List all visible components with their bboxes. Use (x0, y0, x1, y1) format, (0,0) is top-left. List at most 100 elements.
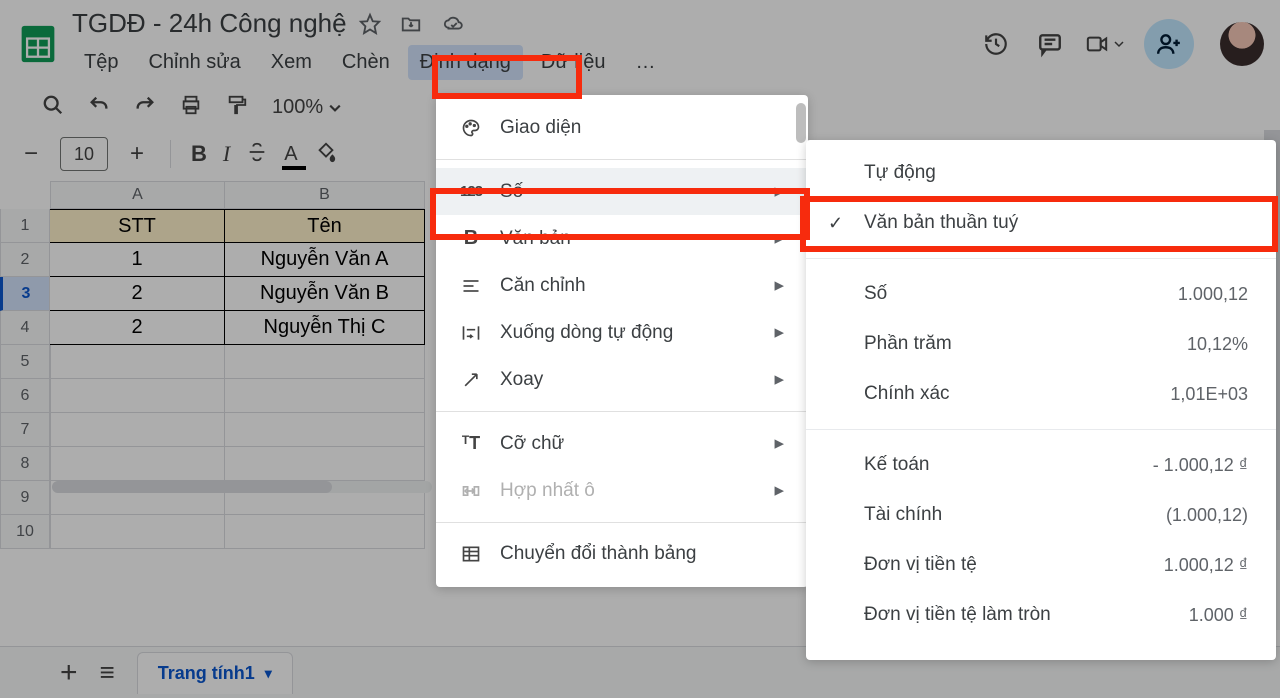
format-menu-item[interactable]: Xuống dòng tự động▸ (436, 309, 808, 356)
number-format-item[interactable]: ✓Văn bản thuần tuý (806, 198, 1276, 248)
row-header[interactable]: 9 (0, 481, 50, 515)
format-menu-item: Hợp nhất ô▸ (436, 467, 808, 514)
number-format-item[interactable]: Đơn vị tiền tệ làm tròn1.000 ₫ (806, 590, 1276, 640)
submenu-value: - 1.000,12 ₫ (1153, 455, 1248, 476)
cell[interactable]: 2 (50, 311, 225, 345)
number-icon: 123 (460, 183, 482, 200)
cell[interactable]: Nguyễn Thị C (225, 311, 425, 345)
row-header[interactable]: 8 (0, 447, 50, 481)
zoom-dropdown[interactable]: 100% (272, 96, 341, 119)
share-button[interactable] (1144, 19, 1194, 69)
sheet-tab-label: Trang tính1 (158, 663, 255, 684)
fill-color-icon[interactable] (314, 141, 338, 168)
cell[interactable]: Nguyễn Văn B (225, 277, 425, 311)
submenu-value: 1.000 ₫ (1189, 605, 1248, 626)
menu-item-label: Cỡ chữ (500, 433, 564, 455)
increase-font-icon[interactable]: + (124, 140, 150, 168)
menubar: TệpChỉnh sửaXemChènĐịnh dạngDữ liệu… (72, 45, 970, 80)
row-header[interactable]: 2 (0, 243, 50, 277)
column-header-A[interactable]: A (50, 181, 225, 209)
menu-item-label: Giao diện (500, 117, 581, 139)
redo-icon[interactable] (134, 94, 156, 121)
number-format-item[interactable]: Tự động (806, 148, 1276, 198)
submenu-label: Phần trăm (864, 333, 952, 355)
menubar-item[interactable]: Dữ liệu (529, 45, 618, 80)
search-icon[interactable] (42, 94, 64, 121)
submenu-label: Chính xác (864, 383, 950, 405)
menu-item-label: Hợp nhất ô (500, 480, 595, 502)
doc-title[interactable]: TGDĐ - 24h Công nghệ (72, 8, 347, 39)
add-sheet-icon[interactable]: + (60, 656, 78, 690)
bold-icon[interactable]: B (191, 141, 207, 167)
strikethrough-icon[interactable] (246, 141, 268, 168)
format-menu-item[interactable]: Xoay▸ (436, 356, 808, 403)
check-icon: ✓ (828, 213, 843, 234)
font-size-input[interactable]: 10 (60, 137, 108, 171)
number-format-item[interactable]: Phần trăm10,12% (806, 319, 1276, 369)
row-header[interactable]: 1 (0, 209, 50, 243)
star-icon[interactable] (359, 13, 381, 35)
bold-icon: B (460, 227, 482, 250)
paint-format-icon[interactable] (226, 94, 248, 121)
chevron-right-icon: ▸ (774, 180, 784, 203)
align-icon (460, 276, 482, 296)
number-format-item[interactable]: Số1.000,12 (806, 269, 1276, 319)
format-menu-item[interactable]: B Văn bản▸ (436, 215, 808, 262)
comment-icon[interactable] (1036, 30, 1064, 58)
print-icon[interactable] (180, 94, 202, 121)
column-header-B[interactable]: B (225, 181, 425, 209)
sheet-tab-active[interactable]: Trang tính1 ▾ (137, 652, 293, 694)
format-menu-item[interactable]: Chuyển đổi thành bảng (436, 531, 808, 577)
row-header[interactable]: 10 (0, 515, 50, 549)
italic-icon[interactable]: I (223, 141, 230, 167)
row-header[interactable]: 7 (0, 413, 50, 447)
meet-icon[interactable] (1090, 30, 1118, 58)
submenu-value: 1,01E+03 (1170, 384, 1248, 405)
submenu-value: 1.000,12 (1178, 284, 1248, 305)
wrap-icon (460, 323, 482, 343)
cell[interactable]: STT (50, 209, 225, 243)
row-header[interactable]: 4 (0, 311, 50, 345)
format-menu-item[interactable]: Căn chỉnh▸ (436, 262, 808, 309)
menu-item-label: Chuyển đổi thành bảng (500, 543, 697, 565)
row-header[interactable]: 6 (0, 379, 50, 413)
number-format-item[interactable]: Tài chính(1.000,12) (806, 490, 1276, 540)
menubar-item[interactable]: Chỉnh sửa (136, 45, 252, 80)
table-icon (460, 544, 482, 564)
cell[interactable]: 1 (50, 243, 225, 277)
number-format-item[interactable]: Đơn vị tiền tệ1.000,12 ₫ (806, 540, 1276, 590)
account-avatar[interactable] (1220, 22, 1264, 66)
menubar-item[interactable]: Tệp (72, 45, 130, 80)
number-format-submenu: Tự động✓Văn bản thuần tuýSố1.000,12Phần … (806, 140, 1276, 660)
sheet-tab-caret-icon[interactable]: ▾ (265, 665, 272, 682)
row-header[interactable]: 5 (0, 345, 50, 379)
cell[interactable]: Tên (225, 209, 425, 243)
decrease-font-icon[interactable]: − (18, 140, 44, 168)
menu-item-label: Căn chỉnh (500, 275, 586, 297)
undo-icon[interactable] (88, 94, 110, 121)
format-menu-item[interactable]: Giao diện (436, 105, 808, 151)
row-header[interactable]: 3 (0, 277, 50, 311)
merge-icon (460, 481, 482, 501)
horizontal-scrollbar[interactable] (52, 481, 432, 493)
number-format-item[interactable]: Kế toán- 1.000,12 ₫ (806, 440, 1276, 490)
chevron-right-icon: ▸ (774, 432, 784, 455)
number-format-item[interactable]: Chính xác 1,01E+03 (806, 369, 1276, 419)
app-header: TGDĐ - 24h Công nghệ TệpChỉnh sửaXemChèn… (0, 0, 1280, 80)
menubar-item[interactable]: Chèn (330, 45, 402, 80)
menubar-item[interactable]: … (623, 45, 667, 80)
format-menu-item[interactable]: TT Cỡ chữ▸ (436, 420, 808, 467)
menubar-item[interactable]: Xem (259, 45, 324, 80)
menu-item-label: Xuống dòng tự động (500, 322, 673, 344)
move-icon[interactable] (399, 13, 423, 35)
submenu-label: Đơn vị tiền tệ (864, 554, 977, 576)
all-sheets-icon[interactable]: ≡ (100, 657, 115, 688)
text-color-icon[interactable]: A (284, 143, 297, 166)
cell[interactable]: Nguyễn Văn A (225, 243, 425, 277)
menubar-item[interactable]: Định dạng (408, 45, 523, 80)
history-icon[interactable] (982, 30, 1010, 58)
sheets-logo[interactable] (16, 15, 60, 73)
format-menu-item[interactable]: 123 Số▸ (436, 168, 808, 215)
cloud-icon[interactable] (441, 13, 467, 35)
cell[interactable]: 2 (50, 277, 225, 311)
